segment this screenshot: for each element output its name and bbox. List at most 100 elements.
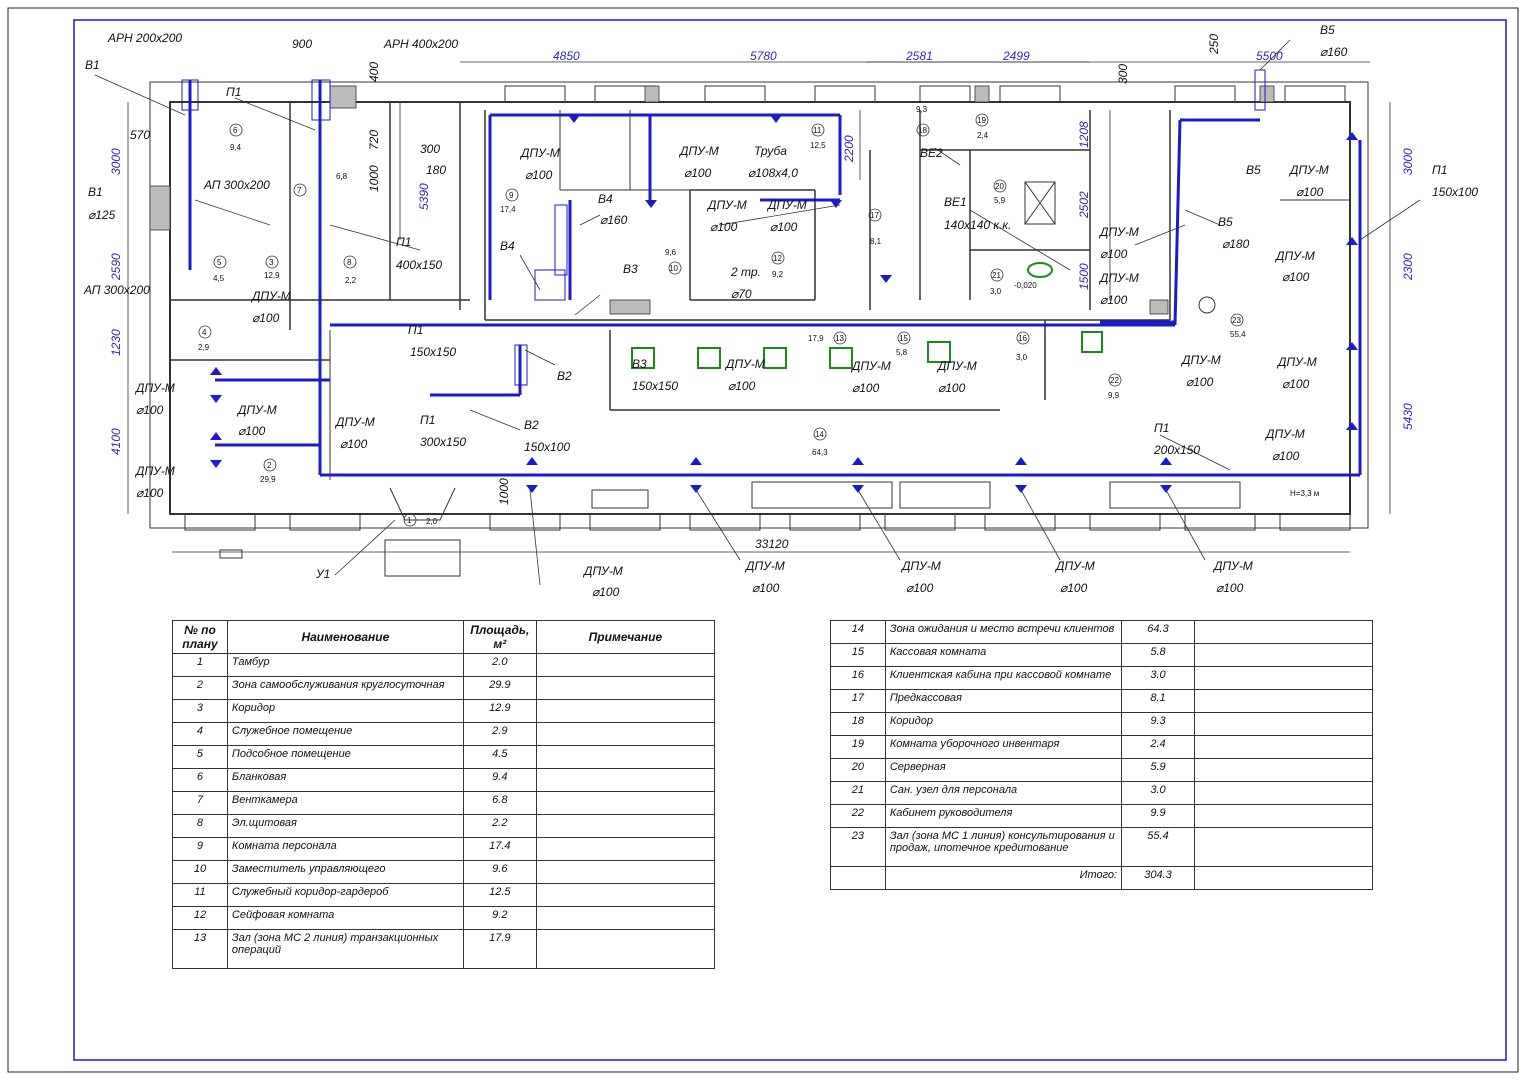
svg-text:5430: 5430 xyxy=(1401,403,1415,430)
svg-text:⌀100: ⌀100 xyxy=(136,403,164,417)
svg-text:ДПУ-М: ДПУ-М xyxy=(1212,559,1253,573)
svg-text:В3: В3 xyxy=(623,262,638,276)
svg-text:ДПУ-М: ДПУ-М xyxy=(1276,355,1317,369)
svg-text:8: 8 xyxy=(347,258,352,267)
svg-text:⌀100: ⌀100 xyxy=(1186,375,1214,389)
svg-text:⌀100: ⌀100 xyxy=(710,220,738,234)
svg-text:П1: П1 xyxy=(420,413,435,427)
svg-text:ДПУ-М: ДПУ-М xyxy=(706,198,747,212)
svg-text:Н=3,3 м: Н=3,3 м xyxy=(1290,489,1319,498)
svg-text:200х150: 200х150 xyxy=(1153,443,1200,457)
svg-text:7: 7 xyxy=(297,186,302,195)
vent-shaft xyxy=(1024,181,1056,225)
svg-text:10: 10 xyxy=(669,264,678,273)
svg-text:3: 3 xyxy=(269,258,274,267)
svg-text:⌀100: ⌀100 xyxy=(1060,581,1088,595)
svg-text:900: 900 xyxy=(292,37,312,51)
svg-text:⌀100: ⌀100 xyxy=(852,381,880,395)
svg-text:ВЕ2: ВЕ2 xyxy=(920,146,943,160)
svg-text:В1: В1 xyxy=(85,58,100,72)
fan-coil-units xyxy=(631,262,1103,369)
svg-text:ДПУ-М: ДПУ-М xyxy=(724,357,765,371)
plan-labels: АРН 200х200 АРН 400х200 В1 В1 ⌀125 П1 АП… xyxy=(83,23,1478,599)
svg-text:3000: 3000 xyxy=(109,148,123,175)
svg-text:11: 11 xyxy=(813,126,822,135)
svg-text:ДПУ-М: ДПУ-М xyxy=(900,559,941,573)
table-header: № по плану Наименование Площадь, м² Прим… xyxy=(172,620,716,654)
svg-text:5,9: 5,9 xyxy=(994,196,1006,205)
svg-text:4: 4 xyxy=(202,328,207,337)
svg-text:ДПУ-М: ДПУ-М xyxy=(1288,163,1329,177)
svg-text:2: 2 xyxy=(267,461,272,470)
svg-text:ДПУ-М: ДПУ-М xyxy=(519,146,560,160)
svg-text:140х140 к.к.: 140х140 к.к. xyxy=(944,218,1011,232)
svg-text:180: 180 xyxy=(426,163,446,177)
table-row: 17 Предкассовая 8.1 xyxy=(830,689,1374,713)
svg-text:⌀70: ⌀70 xyxy=(731,287,752,301)
svg-text:В1: В1 xyxy=(88,185,103,199)
svg-text:9,2: 9,2 xyxy=(772,270,784,279)
svg-text:300: 300 xyxy=(420,142,440,156)
room-numbers: 69,4 76,8 54,5 312,9 82,2 42,9 229,9 1 2,… xyxy=(198,105,1246,526)
svg-text:У1: У1 xyxy=(315,567,330,581)
svg-text:П1: П1 xyxy=(1154,421,1169,435)
svg-text:13: 13 xyxy=(835,334,844,343)
svg-text:ДПУ-М: ДПУ-М xyxy=(936,359,977,373)
svg-text:⌀108х4,0: ⌀108х4,0 xyxy=(748,166,798,180)
svg-text:12: 12 xyxy=(773,254,782,263)
table-row: 10 Заместитель управляющего 9.6 xyxy=(172,860,716,884)
dimension-lines xyxy=(127,61,1391,553)
svg-text:5780: 5780 xyxy=(750,49,777,63)
svg-text:⌀100: ⌀100 xyxy=(1216,581,1244,595)
svg-text:⌀100: ⌀100 xyxy=(728,379,756,393)
svg-text:⌀100: ⌀100 xyxy=(1282,270,1310,284)
svg-text:⌀100: ⌀100 xyxy=(1282,377,1310,391)
svg-text:2,4: 2,4 xyxy=(977,131,989,140)
entrance xyxy=(219,487,461,577)
svg-text:29,9: 29,9 xyxy=(260,475,276,484)
svg-text:1230: 1230 xyxy=(109,329,123,356)
svg-text:2200: 2200 xyxy=(842,135,856,163)
table-row: 23 Зал (зона МС 1 линия) консультирования… xyxy=(830,827,1374,867)
svg-text:8,1: 8,1 xyxy=(870,237,882,246)
svg-text:В5: В5 xyxy=(1246,163,1261,177)
svg-text:⌀100: ⌀100 xyxy=(252,311,280,325)
svg-text:300х150: 300х150 xyxy=(420,435,466,449)
svg-text:1500: 1500 xyxy=(1077,263,1091,290)
svg-text:19: 19 xyxy=(977,116,986,125)
svg-text:ДПУ-М: ДПУ-М xyxy=(1180,353,1221,367)
svg-text:ДПУ-М: ДПУ-М xyxy=(744,559,785,573)
table-row: 20 Серверная 5.9 xyxy=(830,758,1374,782)
svg-text:ДПУ-М: ДПУ-М xyxy=(1098,271,1139,285)
svg-text:9,4: 9,4 xyxy=(230,143,242,152)
svg-text:ДПУ-М: ДПУ-М xyxy=(850,359,891,373)
svg-text:АП 300х200: АП 300х200 xyxy=(203,178,270,192)
svg-text:5: 5 xyxy=(217,258,222,267)
svg-text:55,4: 55,4 xyxy=(1230,330,1246,339)
table-row: 7 Венткамера 6.8 xyxy=(172,791,716,815)
svg-text:1000: 1000 xyxy=(497,478,511,505)
svg-text:ДПУ-М: ДПУ-М xyxy=(766,198,807,212)
svg-text:ДПУ-М: ДПУ-М xyxy=(334,415,375,429)
svg-text:В2: В2 xyxy=(557,369,572,383)
svg-text:22: 22 xyxy=(1110,376,1119,385)
table-row: 11 Служебный коридор-гардероб 12.5 xyxy=(172,883,716,907)
svg-text:300: 300 xyxy=(1116,64,1130,84)
svg-text:2502: 2502 xyxy=(1077,191,1091,219)
svg-text:2581: 2581 xyxy=(905,49,933,63)
table-row: 2 Зона самообслуживания круглосуточная 29.… xyxy=(172,676,716,700)
svg-text:ДПУ-М: ДПУ-М xyxy=(678,144,719,158)
svg-text:ДПУ-М: ДПУ-М xyxy=(134,464,175,478)
svg-text:5,8: 5,8 xyxy=(896,348,908,357)
table-row: 9 Комната персонала 17.4 xyxy=(172,837,716,861)
svg-text:⌀160: ⌀160 xyxy=(600,213,628,227)
svg-text:В3: В3 xyxy=(632,357,647,371)
svg-text:⌀100: ⌀100 xyxy=(340,437,368,451)
table-row: 6 Бланковая 9.4 xyxy=(172,768,716,792)
svg-text:4100: 4100 xyxy=(109,428,123,455)
header-name: Наименование xyxy=(226,620,464,654)
svg-text:АП 300х200: АП 300х200 xyxy=(83,283,150,297)
room-schedule-table-right: 14 Зона ожидания и место встречи клиентов… xyxy=(830,620,1374,890)
svg-text:П1: П1 xyxy=(408,323,423,337)
svg-text:⌀100: ⌀100 xyxy=(136,486,164,500)
